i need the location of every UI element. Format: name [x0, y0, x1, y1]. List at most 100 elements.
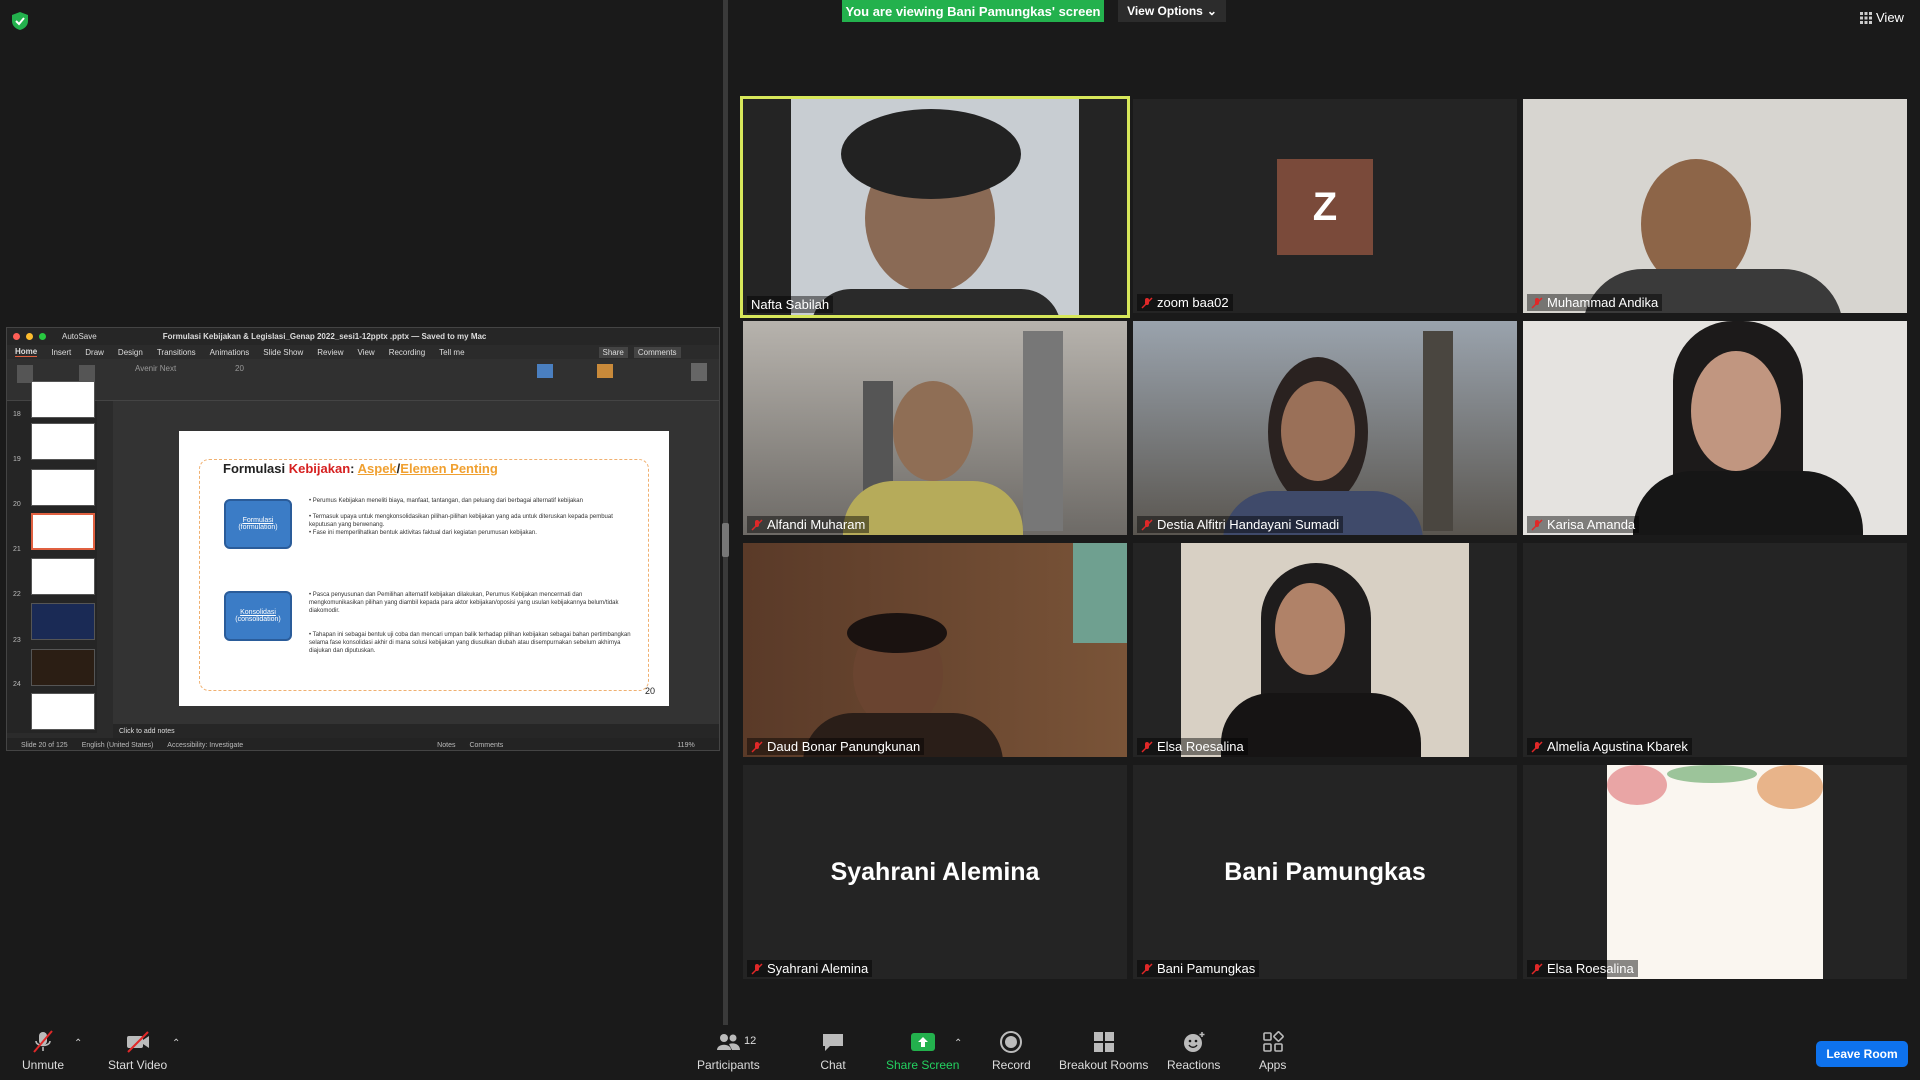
video-off-icon — [126, 1031, 149, 1053]
slide-title-text: Elemen Penting — [400, 461, 498, 476]
video-tile[interactable]: Muhammad Andika — [1523, 99, 1907, 313]
slide-bullet: • Perumus Kebijakan meneliti biaya, manf… — [309, 498, 583, 504]
view-button[interactable]: View — [1860, 10, 1904, 25]
slide-thumbnail — [31, 649, 95, 686]
ppt-notes-area: Click to add notes — [113, 724, 719, 738]
apps-icon — [1262, 1031, 1284, 1052]
muted-mic-icon — [1141, 962, 1153, 975]
slide-title-text: Formulasi — [223, 461, 289, 476]
video-tile[interactable]: Bani Pamungkas Bani Pamungkas — [1133, 765, 1517, 979]
video-tile[interactable]: Elsa Roesalina — [1133, 543, 1517, 757]
ppt-tab: Recording — [388, 347, 426, 357]
participant-name: Muhammad Andika — [1527, 294, 1663, 311]
record-button[interactable]: Record — [992, 1030, 1031, 1072]
participant-name: Bani Pamungkas — [1137, 960, 1260, 977]
participant-video — [791, 99, 1079, 315]
reactions-button[interactable]: Reactions — [1167, 1030, 1220, 1072]
ppt-tab: Transitions — [156, 347, 196, 357]
ppt-tab: Insert — [51, 347, 72, 357]
start-video-button[interactable]: Start Video — [108, 1030, 167, 1072]
share-options-caret-icon[interactable]: ⌃ — [954, 1038, 962, 1049]
slide-dashed-frame — [199, 459, 649, 691]
status-comments: Comments — [469, 741, 504, 749]
box-label: Formulasi — [242, 517, 274, 524]
chat-button[interactable]: Chat — [820, 1030, 846, 1072]
meeting-toolbar — [0, 1025, 1920, 1080]
participant-big-name: Bani Pamungkas — [1224, 857, 1426, 886]
participant-name: Karisa Amanda — [1527, 516, 1640, 533]
unmute-button[interactable]: Unmute — [22, 1030, 64, 1072]
slide-thumbnail — [31, 469, 95, 506]
ppt-status-bar: Slide 20 of 125 English (United States) … — [7, 738, 719, 750]
video-tile[interactable]: Destia Alfitri Handayani Sumadi — [1133, 321, 1517, 535]
viewing-screen-banner: You are viewing Bani Pamungkas' screen — [842, 0, 1104, 22]
video-tile[interactable]: Almelia Agustina Kbarek — [1523, 543, 1907, 757]
share-screen-label: Share Screen — [886, 1058, 960, 1072]
muted-mic-icon — [751, 740, 763, 753]
box-label: (formulation) — [238, 524, 278, 531]
ppt-tab: Home — [15, 347, 38, 357]
audio-options-caret-icon[interactable]: ⌃ — [74, 1038, 82, 1049]
muted-mic-icon — [1141, 740, 1153, 753]
record-icon — [1000, 1031, 1023, 1053]
participant-name: Almelia Agustina Kbarek — [1527, 738, 1692, 755]
ppt-ribbon-tabs: Home Insert Draw Design Transitions Anim… — [7, 345, 719, 359]
muted-mic-icon — [751, 962, 763, 975]
view-options-label: View Options — [1127, 4, 1203, 18]
participant-name: Nafta Sabilah — [747, 296, 834, 313]
video-tile[interactable]: Karisa Amanda — [1523, 321, 1907, 535]
status-slide: Slide 20 of 125 — [21, 741, 68, 749]
leave-room-button[interactable]: Leave Room — [1816, 1041, 1908, 1067]
arrange-icon — [597, 364, 613, 378]
muted-mic-icon — [1531, 518, 1543, 531]
slide-thumbnail — [31, 423, 95, 460]
ppt-ribbon: Avenir Next 20 — [7, 359, 719, 401]
ppt-tab: View — [357, 347, 375, 357]
view-options-button[interactable]: View Options ⌄ — [1118, 0, 1226, 22]
autosave-label: AutoSave — [62, 332, 97, 341]
share-screen-icon — [910, 1033, 935, 1051]
video-tile[interactable]: Z zoom baa02 — [1133, 99, 1517, 313]
muted-microphone-icon — [33, 1030, 53, 1053]
apps-button[interactable]: Apps — [1259, 1030, 1286, 1072]
slide-title-text: Aspek — [357, 461, 397, 476]
ppt-file-title: Formulasi Kebijakan & Legislasi_Genap 20… — [162, 332, 487, 341]
divider-drag-handle[interactable] — [722, 523, 729, 557]
slide-thumbnail — [31, 558, 95, 595]
avatar: Z — [1277, 159, 1373, 255]
design-ideas-icon — [691, 363, 707, 381]
ppt-font-size: 20 — [235, 364, 244, 373]
participant-name: Destia Alfitri Handayani Sumadi — [1137, 516, 1344, 533]
video-options-caret-icon[interactable]: ⌃ — [172, 1038, 180, 1049]
thumb-number: 22 — [13, 591, 21, 598]
new-slide-icon — [79, 365, 95, 381]
video-tile[interactable]: Elsa Roesalina — [1523, 765, 1907, 979]
status-notes: Notes — [437, 741, 456, 749]
video-tile-active-speaker[interactable]: Nafta Sabilah — [740, 96, 1130, 318]
muted-mic-icon — [1141, 296, 1153, 309]
security-shield-icon[interactable] — [12, 12, 28, 30]
ppt-tab: Review — [317, 347, 344, 357]
breakout-rooms-label: Breakout Rooms — [1059, 1058, 1149, 1072]
thumb-number: 20 — [13, 501, 21, 508]
chat-icon — [823, 1034, 843, 1051]
reactions-smiley-icon — [1183, 1032, 1205, 1052]
participant-video — [1523, 321, 1907, 535]
reactions-label: Reactions — [1167, 1058, 1221, 1072]
participants-count: 12 — [744, 1035, 757, 1047]
breakout-rooms-button[interactable]: Breakout Rooms — [1059, 1030, 1148, 1072]
video-tile[interactable]: Syahrani Alemina Syahrani Alemina — [743, 765, 1127, 979]
share-screen-button[interactable]: Share Screen — [886, 1030, 959, 1072]
video-tile[interactable]: Alfandi Muharam — [743, 321, 1127, 535]
participant-video — [743, 321, 1127, 535]
split-divider[interactable] — [723, 0, 728, 1025]
ppt-tab: Design — [117, 347, 143, 357]
participant-name: zoom baa02 — [1137, 294, 1233, 311]
slide-number: 20 — [644, 686, 655, 696]
video-tile[interactable]: Daud Bonar Panungkunan — [743, 543, 1127, 757]
participant-name: Syahrani Alemina — [747, 960, 873, 977]
slide-thumbnail — [31, 381, 95, 418]
status-zoom: 119% — [677, 741, 695, 749]
status-language: English (United States) — [81, 741, 154, 749]
thumb-number: 23 — [13, 637, 21, 644]
